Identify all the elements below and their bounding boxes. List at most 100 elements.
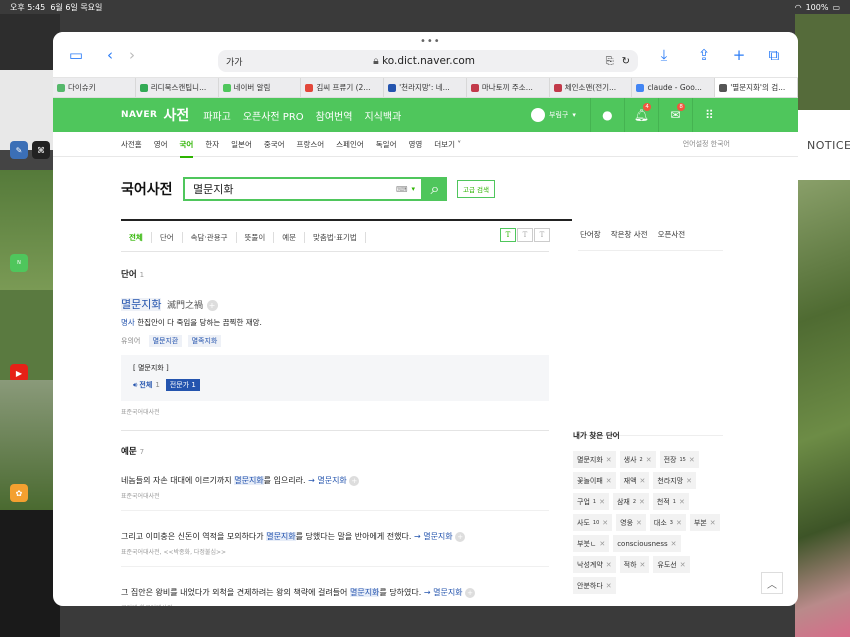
- expert-button[interactable]: 전문가 1: [165, 379, 200, 391]
- text-size-small[interactable]: T: [500, 228, 516, 242]
- notification-button[interactable]: 🔔︎ 4: [623, 98, 658, 132]
- recent-word-chip[interactable]: 생사 2 ✕: [619, 451, 656, 468]
- search-button[interactable]: ⌕: [423, 177, 447, 201]
- recent-word-chip[interactable]: 천라지망 ✕: [653, 472, 697, 489]
- service-knowledge[interactable]: 지식백과: [364, 108, 401, 123]
- close-icon[interactable]: ✕: [686, 477, 692, 485]
- recent-word-chip[interactable]: 사도 10 ✕: [573, 514, 613, 531]
- recent-word-chip[interactable]: 재액 ✕: [619, 472, 650, 489]
- filter-tab[interactable]: 뜻풀이: [237, 231, 275, 243]
- recent-word-chip[interactable]: 멸문지화 ✕: [573, 451, 616, 468]
- nav-item-5[interactable]: 중국어: [264, 139, 285, 150]
- example-link[interactable]: → 멸문지화: [308, 476, 347, 485]
- close-icon[interactable]: ✕: [606, 456, 612, 464]
- filter-tab[interactable]: 속담·관용구: [183, 231, 237, 243]
- close-icon[interactable]: ✕: [679, 498, 685, 506]
- nav-item-9[interactable]: 영영: [408, 139, 422, 150]
- nav-item-1[interactable]: 영어: [154, 139, 168, 150]
- add-icon[interactable]: +: [455, 532, 466, 542]
- nav-item-7[interactable]: 스페인어: [336, 139, 364, 150]
- dropdown-icon[interactable]: ▾: [411, 185, 415, 193]
- close-icon[interactable]: ✕: [602, 519, 608, 527]
- add-icon[interactable]: +: [349, 476, 360, 486]
- mail-button[interactable]: ✉ 8: [657, 98, 692, 132]
- naver-logo[interactable]: NAVER: [121, 110, 157, 120]
- close-icon[interactable]: ✕: [676, 519, 682, 527]
- openai-icon[interactable]: ⌘: [32, 141, 50, 159]
- close-icon[interactable]: ✕: [671, 540, 677, 548]
- close-icon[interactable]: ✕: [606, 582, 612, 590]
- example-link[interactable]: → 멸문지화: [424, 588, 463, 597]
- close-icon[interactable]: ✕: [606, 561, 612, 569]
- sidebar-icon[interactable]: ▭: [65, 44, 87, 66]
- text-size-button[interactable]: 가가: [226, 55, 243, 68]
- naver-app-icon[interactable]: N: [10, 254, 28, 272]
- nav-item-6[interactable]: 프랑스어: [297, 139, 325, 150]
- synonym-link[interactable]: 멸문지환: [148, 335, 183, 347]
- close-icon[interactable]: ✕: [599, 540, 605, 548]
- forward-icon[interactable]: ›: [121, 44, 143, 66]
- recent-word-chip[interactable]: 꽃놀이패 ✕: [573, 472, 616, 489]
- window-grip[interactable]: •••: [420, 36, 441, 47]
- speaker-icon[interactable]: 🔊︎: [133, 381, 137, 390]
- language-setting[interactable]: 언어설정 한국어: [683, 139, 730, 149]
- close-icon[interactable]: ✕: [640, 477, 646, 485]
- search-input[interactable]: 멸문지화 ⌨ ▾: [183, 177, 423, 201]
- add-wordbook-icon[interactable]: +: [206, 300, 218, 311]
- tab-mini-dict[interactable]: 작은창 사전: [611, 229, 648, 240]
- close-icon[interactable]: ✕: [640, 561, 646, 569]
- new-tab-icon[interactable]: +: [728, 44, 750, 66]
- browser-tab[interactable]: 다이슈키: [53, 78, 136, 97]
- scroll-top-button[interactable]: ︿: [761, 572, 783, 594]
- close-icon[interactable]: ✕: [710, 519, 716, 527]
- nav-item-10[interactable]: 더보기 ˅: [434, 139, 461, 150]
- close-icon[interactable]: ✕: [636, 519, 642, 527]
- close-icon[interactable]: ✕: [606, 477, 612, 485]
- browser-tab[interactable]: 체인소맨(전기...: [550, 78, 633, 97]
- recent-word-chip[interactable]: consciousness ✕: [613, 535, 681, 552]
- tabs-overview-icon[interactable]: ⧉: [763, 44, 785, 66]
- close-icon[interactable]: ✕: [689, 456, 695, 464]
- recent-word-chip[interactable]: 대소 3 ✕: [649, 514, 686, 531]
- recent-word-chip[interactable]: 부본 ✕: [689, 514, 720, 531]
- user-menu[interactable]: 부림구 ▾: [531, 108, 576, 122]
- recent-word-chip[interactable]: 적하 ✕: [619, 556, 650, 573]
- recent-word-chip[interactable]: 전장 15 ✕: [659, 451, 699, 468]
- text-size-large[interactable]: T: [534, 228, 550, 242]
- apps-button[interactable]: ⠿: [691, 98, 726, 132]
- translate-icon[interactable]: ⎘: [606, 56, 614, 67]
- browser-tab[interactable]: '천라지망': 네...: [384, 78, 467, 97]
- photos-icon[interactable]: ✿: [10, 484, 28, 502]
- close-icon[interactable]: ✕: [680, 561, 686, 569]
- audio-all[interactable]: 전체: [139, 380, 152, 390]
- keyboard-icon[interactable]: ⌨: [396, 185, 408, 194]
- headword-link[interactable]: 멸문지화: [121, 298, 162, 311]
- nav-item-8[interactable]: 독일어: [376, 139, 397, 150]
- recent-word-chip[interactable]: 천적 1 ✕: [652, 493, 689, 510]
- recent-word-chip[interactable]: 부붓ㄴ ✕: [573, 535, 610, 552]
- recent-word-chip[interactable]: 유도선 ✕: [653, 556, 690, 573]
- recent-word-chip[interactable]: 영웅 ✕: [616, 514, 646, 531]
- filter-tab[interactable]: 전체: [129, 231, 152, 243]
- filter-tab[interactable]: 단어: [152, 231, 183, 243]
- synonym-link[interactable]: 멸족지화: [187, 335, 222, 347]
- close-icon[interactable]: ✕: [646, 456, 652, 464]
- service-opendict[interactable]: 오픈사전 PRO: [243, 108, 304, 123]
- example-link[interactable]: → 멸문지화: [414, 532, 453, 541]
- add-icon[interactable]: +: [465, 588, 476, 598]
- browser-tab[interactable]: 마나토끼 주소...: [467, 78, 550, 97]
- filter-tab[interactable]: 예문: [274, 231, 306, 243]
- service-papago[interactable]: 파파고: [203, 108, 231, 123]
- back-icon[interactable]: ‹: [99, 44, 121, 66]
- browser-tab[interactable]: '멸문지화'의 검...: [715, 78, 798, 97]
- nav-item-2[interactable]: 국어: [179, 139, 194, 158]
- nav-item-0[interactable]: 사전홈: [121, 139, 142, 150]
- nav-item-3[interactable]: 한자: [205, 139, 219, 150]
- share-icon[interactable]: ⇪: [693, 44, 715, 66]
- tab-wordbook[interactable]: 단어장: [580, 229, 601, 240]
- recent-word-chip[interactable]: 낙성계약 ✕: [573, 556, 616, 573]
- browser-tab[interactable]: 네이버 알림: [219, 78, 302, 97]
- browser-tab[interactable]: 리디북스캔팁니...: [136, 78, 219, 97]
- recent-word-chip[interactable]: 안분하다 ✕: [573, 577, 616, 594]
- filter-tab[interactable]: 맞춤법·표기법: [305, 231, 366, 243]
